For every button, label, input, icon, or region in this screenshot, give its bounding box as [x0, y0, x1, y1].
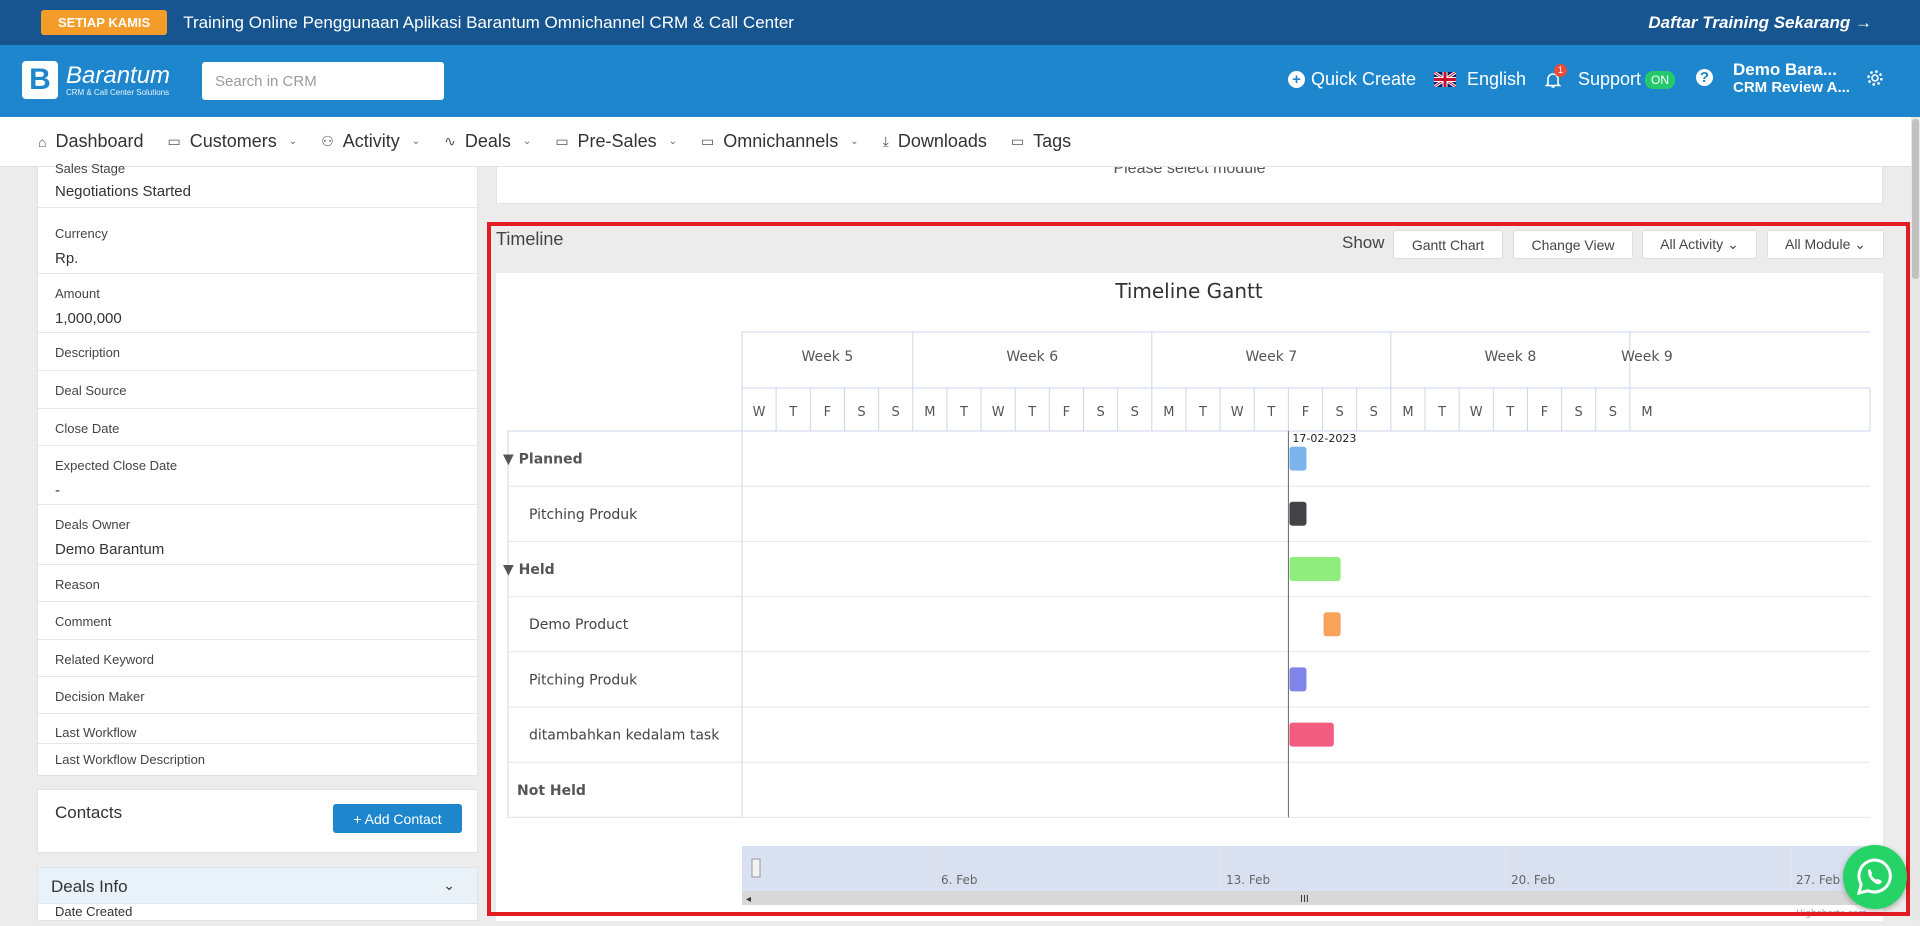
user-name: Demo Bara... [1733, 60, 1837, 79]
folder-icon: ▭ [1010, 133, 1025, 149]
home-icon: ⌂ [38, 133, 47, 150]
main-nav: ⌂ Dashboard ▭ Customers ⌄ ⚇ Activity ⌄ ∿ Deals… [0, 117, 1911, 167]
deals-info-header[interactable]: Deals Info ⌄ [37, 867, 478, 904]
nav-deals[interactable]: ∿ Deals ⌄ [444, 131, 531, 152]
help-icon: ? [1696, 69, 1713, 86]
field-reason: Reason [38, 565, 477, 602]
field-description: Description [38, 333, 477, 371]
support-label: Support [1578, 69, 1642, 89]
deals-info-title: Deals Info [51, 877, 128, 896]
field-deals-owner: Deals Owner Demo Barantum [38, 505, 477, 565]
chevron-down-icon: ⌄ [443, 877, 455, 893]
field-currency: Currency Rp. [38, 214, 477, 274]
download-icon: ⤓ [882, 133, 889, 149]
support-status-badge: ON [1645, 70, 1676, 89]
search-input[interactable] [202, 62, 444, 100]
promo-text: Training Online Penggunaan Aplikasi Bara… [183, 12, 794, 32]
language-selector[interactable]: English [1434, 69, 1526, 90]
highlight-box [487, 222, 1910, 916]
module-card: Please select module [496, 167, 1883, 204]
chevron-down-icon: ⌄ [288, 136, 298, 147]
nav-downloads[interactable]: ⤓ Downloads [883, 131, 987, 152]
notification-button[interactable]: 1 [1544, 64, 1567, 89]
users-icon: ⚇ [321, 133, 334, 149]
chevron-down-icon: ⌄ [411, 136, 421, 147]
folder-icon: ▭ [555, 133, 569, 149]
module-placeholder-text: Please select module [1113, 167, 1266, 177]
field-last-workflow-description: Last Workflow Description [55, 752, 206, 767]
field-amount: Amount 1,000,000 [38, 274, 477, 333]
chevron-down-icon: ⌄ [850, 136, 859, 147]
promo-badge: SETIAP KAMIS [41, 10, 168, 35]
app-header: B Barantum CRM & Call Center Solutions +… [0, 45, 1920, 117]
support-toggle[interactable]: Support ON [1578, 69, 1676, 90]
whatsapp-icon [1856, 858, 1892, 896]
uk-flag-icon [1434, 72, 1456, 87]
help-button[interactable]: ? [1696, 69, 1719, 86]
chevron-down-icon: ⌄ [668, 136, 677, 147]
field-expected-close-date: Expected Close Date - [38, 446, 477, 505]
barantum-logo-icon: B [22, 61, 58, 99]
logo-name: Barantum [66, 61, 171, 89]
user-menu[interactable]: Demo Bara... CRM Review A... [1733, 61, 1850, 97]
scrollbar-thumb[interactable] [1912, 119, 1919, 279]
field-related-keyword: Related Keyword [38, 640, 477, 677]
nav-dashboard[interactable]: ⌂ Dashboard [38, 131, 144, 152]
field-close-date: Close Date [38, 409, 477, 446]
promo-banner[interactable]: SETIAP KAMIS Training Online Penggunaan … [0, 0, 1920, 45]
quick-create-label: Quick Create [1311, 69, 1417, 89]
language-label: English [1467, 69, 1527, 89]
contacts-title: Contacts [55, 803, 123, 822]
user-role: CRM Review A... [1733, 79, 1850, 96]
nav-activity[interactable]: ⚇ Activity ⌄ [321, 131, 420, 152]
field-date-created: Date Created [37, 904, 478, 921]
field-sales-stage: Sales Stage Negotiations Started [38, 161, 477, 208]
field-comment: Comment [38, 602, 477, 640]
field-decision-maker: Decision Maker [38, 677, 477, 714]
nav-pre-sales[interactable]: ▭ Pre-Sales ⌄ [555, 131, 677, 152]
nav-omnichannels[interactable]: ▭ Omnichannels ⌄ [701, 131, 859, 152]
whatsapp-button[interactable] [1843, 845, 1907, 909]
app-logo[interactable]: B Barantum CRM & Call Center Solutions [22, 61, 170, 99]
folder-icon: ▭ [167, 133, 181, 149]
notification-count-badge: 1 [1554, 64, 1567, 77]
logo-tagline: CRM & Call Center Solutions [66, 87, 170, 97]
add-contact-button[interactable]: + Add Contact [333, 804, 462, 833]
promo-cta-link[interactable]: Daftar Training Sekarang → [1648, 13, 1872, 33]
quick-create-button[interactable]: + Quick Create [1288, 69, 1416, 90]
plus-circle-icon: + [1288, 71, 1305, 88]
chevron-down-icon: ⌄ [522, 136, 532, 147]
settings-button[interactable] [1866, 69, 1884, 87]
pulse-icon: ∿ [444, 133, 456, 149]
field-deal-source: Deal Source [38, 371, 477, 409]
arrow-right-icon: → [1855, 12, 1872, 32]
nav-tags[interactable]: ▭ Tags [1011, 131, 1071, 152]
page-scrollbar[interactable] [1911, 117, 1920, 921]
folder-icon: ▭ [700, 133, 715, 149]
nav-customers[interactable]: ▭ Customers ⌄ [168, 131, 298, 152]
deal-details-panel: Sales Stage Negotiations Started Currency… [37, 161, 478, 776]
field-last-workflow: Last Workflow [38, 714, 477, 744]
contacts-card: Contacts + Add Contact [37, 789, 478, 853]
gear-icon [1867, 70, 1883, 86]
